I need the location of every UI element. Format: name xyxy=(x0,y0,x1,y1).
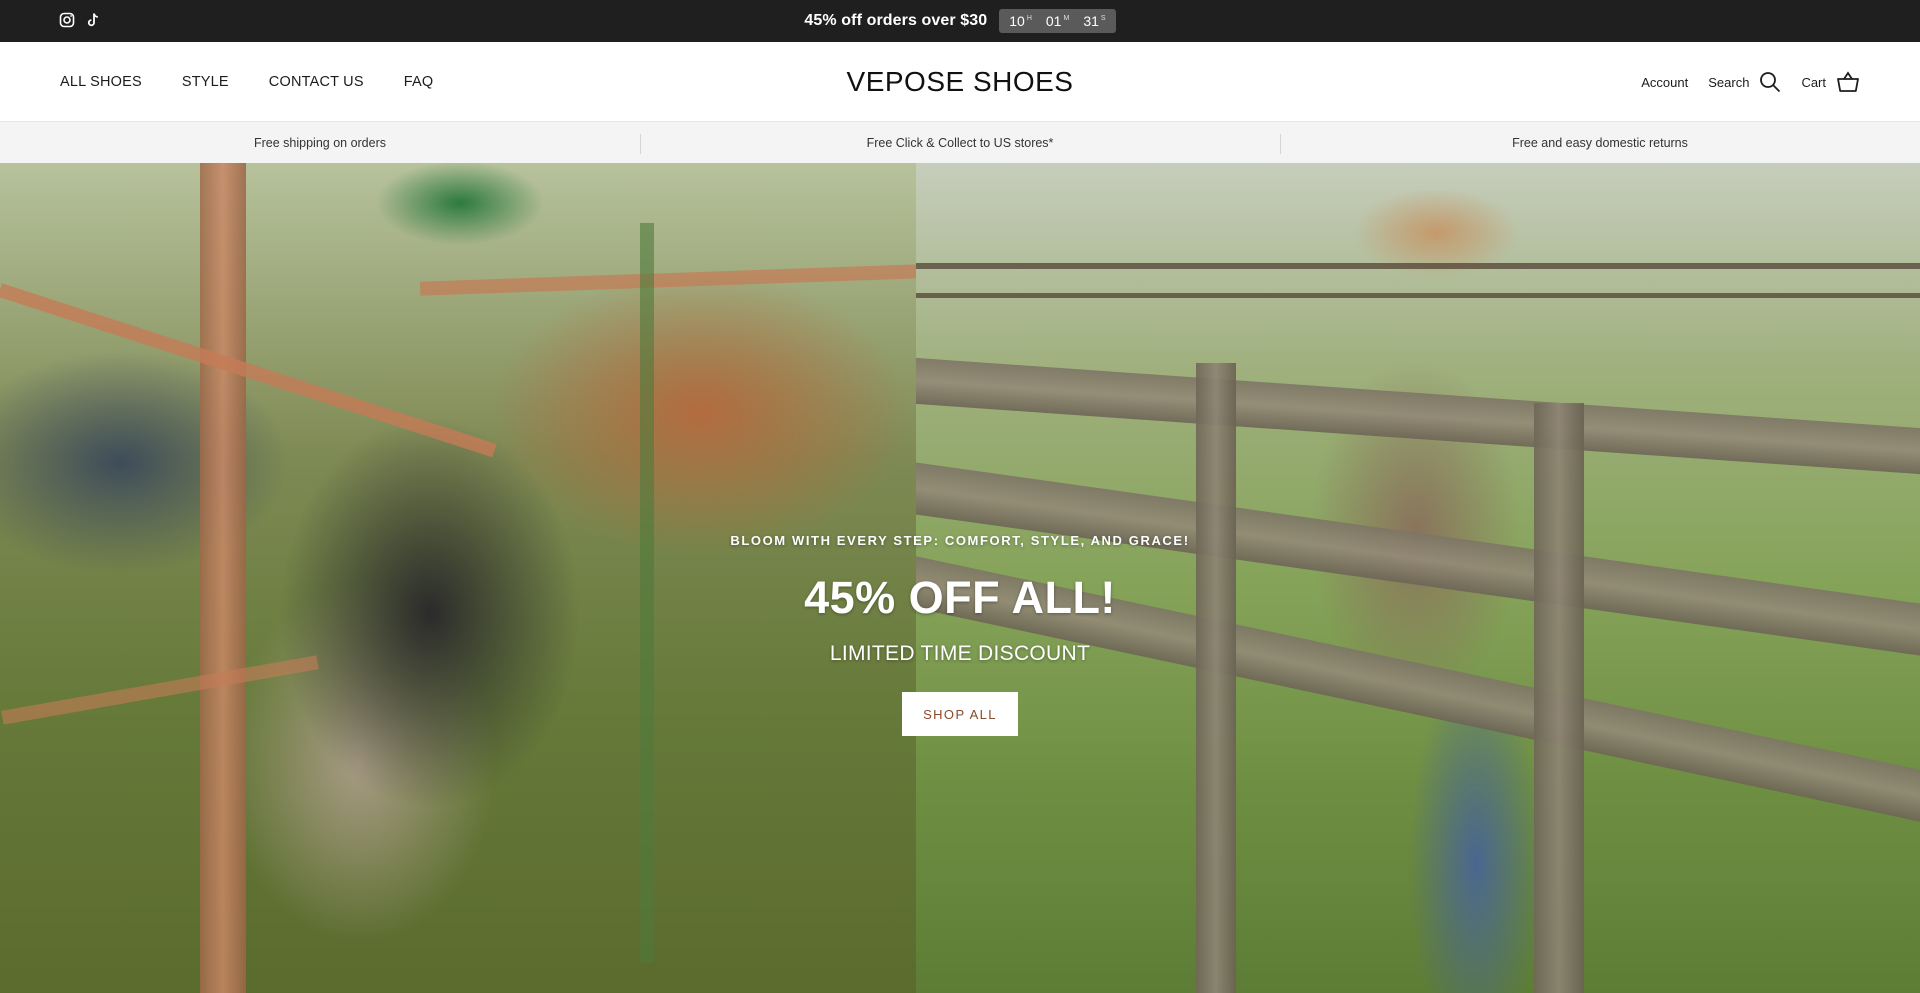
nav-faq[interactable]: FAQ xyxy=(404,74,434,90)
header-actions: Account Search Cart xyxy=(1641,42,1860,122)
account-link[interactable]: Account xyxy=(1641,75,1688,90)
basket-icon xyxy=(1836,71,1860,93)
site-header: ALL SHOES STYLE CONTACT US FAQ VEPOSE SH… xyxy=(0,42,1920,122)
hero-title: 45% OFF ALL! xyxy=(804,572,1116,623)
shop-all-button[interactable]: SHOP ALL xyxy=(902,692,1018,736)
usp-free-shipping: Free shipping on orders xyxy=(253,135,387,150)
site-logo[interactable]: VEPOSE SHOES xyxy=(847,66,1074,98)
search-button[interactable]: Search xyxy=(1708,71,1781,93)
usp-click-collect: Free Click & Collect to US stores* xyxy=(640,133,1280,154)
announcement-bar: 45% off orders over $30 10 H 01 M 31 S xyxy=(0,0,1920,42)
countdown-timer: 10 H 01 M 31 S xyxy=(999,9,1116,33)
nav-style[interactable]: STYLE xyxy=(182,74,229,90)
timer-hours: 10 H xyxy=(1009,13,1032,29)
nav-all-shoes[interactable]: ALL SHOES xyxy=(60,74,142,90)
usp-free-returns: Free and easy domestic returns xyxy=(1280,133,1920,154)
timer-seconds: 31 S xyxy=(1083,13,1106,29)
search-icon xyxy=(1759,71,1781,93)
hero-banner: BLOOM WITH EVERY STEP: COMFORT, STYLE, A… xyxy=(0,163,1920,993)
cart-button[interactable]: Cart xyxy=(1801,71,1860,93)
hero-content: BLOOM WITH EVERY STEP: COMFORT, STYLE, A… xyxy=(0,163,1920,993)
usp-bar: Free shipping on orders Free Click & Col… xyxy=(0,122,1920,163)
cart-label: Cart xyxy=(1801,74,1826,90)
search-label: Search xyxy=(1708,74,1750,90)
announcement-text: 45% off orders over $30 xyxy=(804,12,988,29)
hero-subtitle: LIMITED TIME DISCOUNT xyxy=(829,642,1091,665)
nav-contact-us[interactable]: CONTACT US xyxy=(269,74,364,90)
hero-kicker: BLOOM WITH EVERY STEP: COMFORT, STYLE, A… xyxy=(730,533,1190,548)
announcement-center: 45% off orders over $30 10 H 01 M 31 S xyxy=(0,0,1920,42)
main-nav: ALL SHOES STYLE CONTACT US FAQ xyxy=(60,42,433,122)
timer-minutes: 01 M xyxy=(1045,13,1070,29)
